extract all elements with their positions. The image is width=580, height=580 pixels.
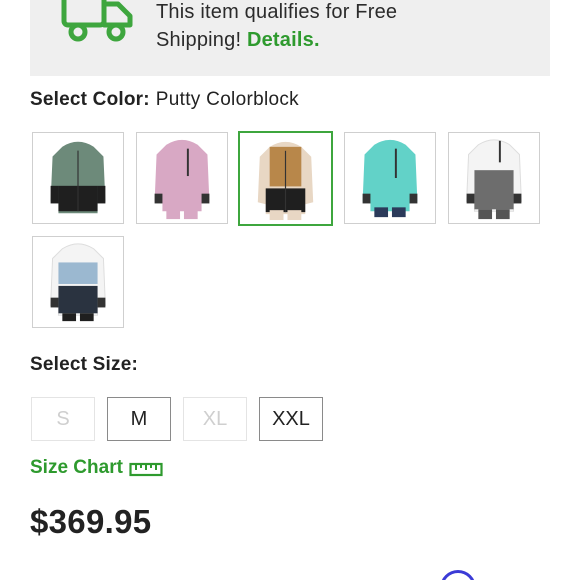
select-color-heading: Select Color: Putty Colorblock — [30, 89, 299, 111]
size-chart-link[interactable]: Size Chart — [30, 457, 163, 479]
jacket-image — [154, 139, 210, 220]
product-price: $369.95 — [30, 503, 152, 540]
size-chart-label: Size Chart — [30, 457, 123, 478]
shipping-line-2: Shipping! Details. — [156, 26, 516, 54]
free-shipping-message: This item qualifies for Free Shipping! D… — [156, 0, 516, 54]
select-color-label: Select Color: — [30, 89, 150, 110]
size-option-m[interactable]: M — [107, 397, 171, 441]
shipping-line-1: This item qualifies for Free — [156, 1, 398, 23]
color-swatch-aqua[interactable] — [344, 132, 436, 224]
shipping-text: Shipping! — [156, 29, 242, 51]
jacket-image — [50, 243, 106, 322]
delivery-truck-icon — [61, 0, 133, 42]
select-size-label: Select Size: — [30, 354, 139, 375]
color-swatch-putty[interactable] — [238, 131, 333, 226]
ruler-icon — [129, 462, 163, 477]
color-swatch-blue-white[interactable] — [32, 236, 124, 328]
jacket-image — [50, 141, 106, 214]
size-option-xl[interactable]: XL — [183, 397, 247, 441]
color-swatch-pink[interactable] — [136, 132, 228, 224]
selected-color-value: Putty Colorblock — [155, 89, 299, 110]
size-option-s[interactable]: S — [31, 397, 95, 441]
chat-bubble-icon[interactable] — [440, 570, 476, 580]
shipping-details-link[interactable]: Details. — [247, 29, 320, 51]
size-option-xxl[interactable]: XXL — [259, 397, 323, 441]
color-swatch-grey-white[interactable] — [448, 132, 540, 224]
jacket-image — [257, 141, 314, 221]
jacket-image — [466, 139, 522, 220]
jacket-image — [362, 139, 418, 218]
color-swatch-sage[interactable] — [32, 132, 124, 224]
